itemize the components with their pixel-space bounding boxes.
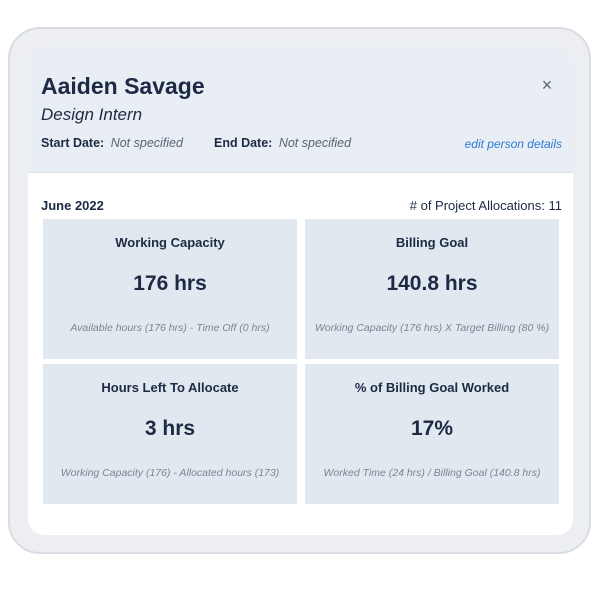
billing-goal-worked-tile: % of Billing Goal Worked 17% Worked Time… bbox=[305, 364, 559, 504]
period-label: June 2022 bbox=[41, 198, 104, 213]
tile-title: % of Billing Goal Worked bbox=[354, 380, 510, 395]
person-role: Design Intern bbox=[41, 105, 143, 124]
person-name: Aaiden Savage bbox=[41, 73, 205, 99]
end-date-value: Not specified bbox=[278, 136, 352, 150]
device-frame: Aaiden Savage Design Intern × Start Date… bbox=[8, 27, 591, 554]
tile-note: Working Capacity (176) - Allocated hours… bbox=[60, 467, 280, 479]
edit-person-details-link[interactable]: edit person details bbox=[465, 137, 562, 151]
hours-left-tile: Hours Left To Allocate 3 hrs Working Cap… bbox=[43, 364, 297, 504]
tile-value: 140.8 hrs bbox=[386, 272, 478, 295]
start-date-value: Not specified bbox=[110, 136, 183, 150]
start-date: Start Date: Not specified bbox=[41, 136, 183, 150]
end-date-label: End Date: bbox=[214, 136, 273, 150]
card-header: Aaiden Savage Design Intern × Start Date… bbox=[28, 47, 573, 173]
tile-title: Hours Left To Allocate bbox=[101, 380, 239, 395]
tile-title: Billing Goal bbox=[395, 235, 469, 250]
start-date-label: Start Date: bbox=[41, 136, 105, 150]
tile-note: Working Capacity (176 hrs) X Target Bill… bbox=[314, 322, 550, 334]
close-icon[interactable]: × bbox=[539, 76, 555, 94]
end-date: End Date: Not specified bbox=[214, 136, 351, 150]
tile-note: Available hours (176 hrs) - Time Off (0 … bbox=[70, 322, 270, 334]
project-allocations-count: # of Project Allocations: 11 bbox=[409, 198, 562, 213]
working-capacity-tile: Working Capacity 176 hrs Available hours… bbox=[43, 219, 297, 359]
tile-title: Working Capacity bbox=[115, 235, 225, 250]
person-details-card: Aaiden Savage Design Intern × Start Date… bbox=[28, 47, 573, 535]
tile-value: 176 hrs bbox=[133, 272, 207, 295]
tile-note: Worked Time (24 hrs) / Billing Goal (140… bbox=[323, 467, 541, 479]
tile-value: 17% bbox=[410, 417, 454, 440]
tile-value: 3 hrs bbox=[144, 417, 196, 440]
billing-goal-tile: Billing Goal 140.8 hrs Working Capacity … bbox=[305, 219, 559, 359]
